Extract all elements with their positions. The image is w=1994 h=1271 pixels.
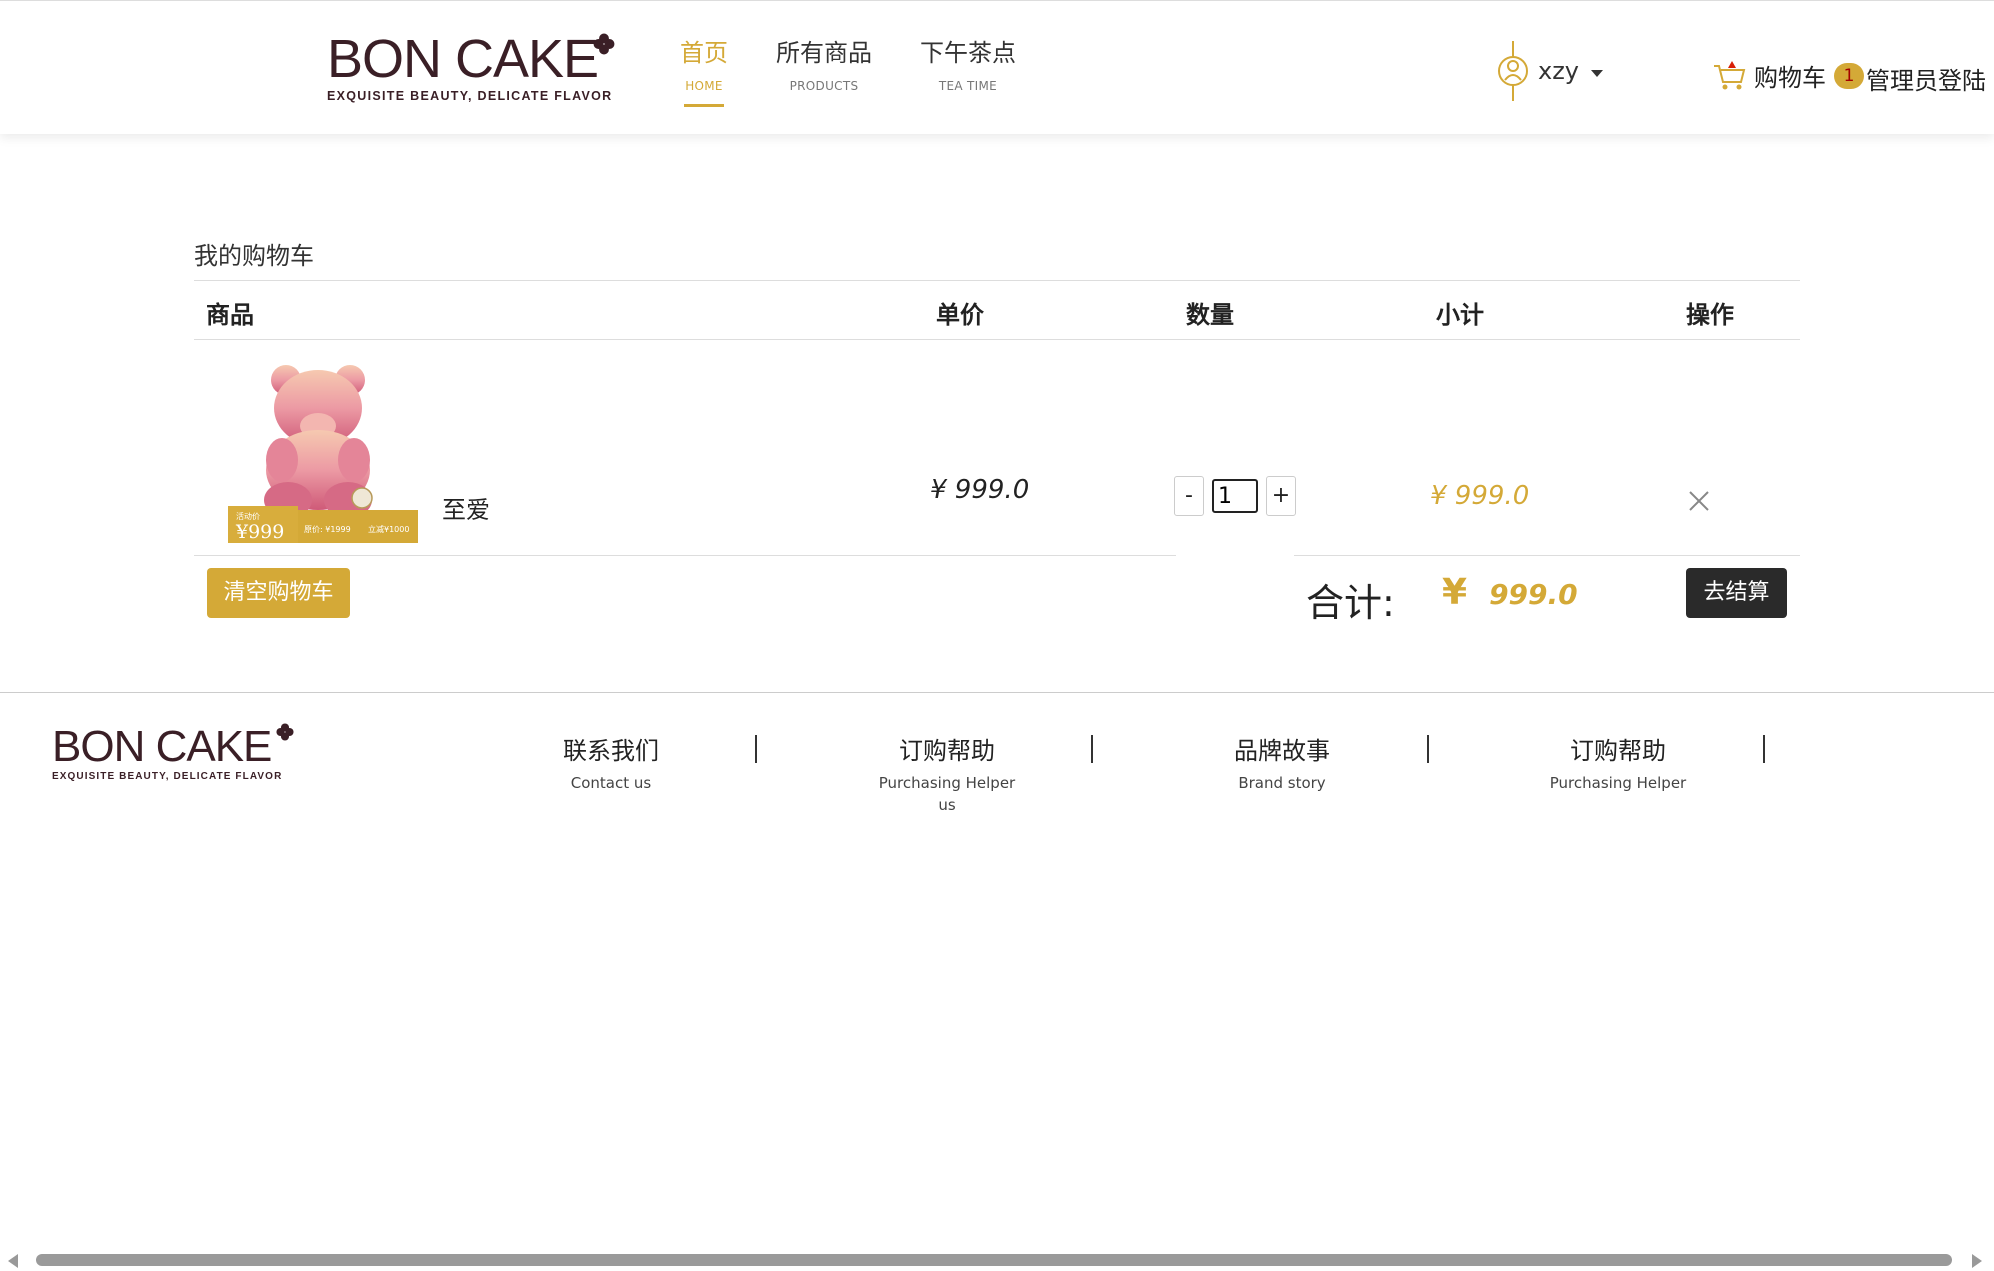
product-name[interactable]: 至爱 <box>442 490 490 525</box>
nav-item-sublabel: TEA TIME <box>938 79 998 93</box>
scrollbar-thumb[interactable] <box>36 1254 1952 1266</box>
footer-link-label: 品牌故事 <box>1234 737 1330 765</box>
divider <box>1294 555 1800 556</box>
footer-link-purchasing-help[interactable]: 订购帮助 Purchasing Helper us <box>867 731 1027 816</box>
table-header: 商品 单价 数量 小计 操作 <box>194 280 1800 340</box>
quantity-stepper: - + <box>1174 476 1296 516</box>
brand-tagline: EXQUISITE BEAUTY, DELICATE FLAVOR <box>52 771 283 782</box>
increase-quantity-button[interactable]: + <box>1266 476 1296 516</box>
table-row: 活动价 ¥999 原价: ¥1999 立减¥1000 至爱 ¥ 999.0 - … <box>194 340 1800 556</box>
site-header: BON CAKE EXQUISITE BEAUTY, DELICATE FLAV… <box>0 0 1994 134</box>
nav-item-home[interactable]: 首页 HOME <box>680 35 728 93</box>
user-menu[interactable]: xzy <box>1496 41 1604 101</box>
footer-link-label: 联系我们 <box>563 737 659 765</box>
total-currency: ¥ <box>1442 572 1468 613</box>
nav-item-sublabel: PRODUCTS <box>789 79 859 93</box>
cart-count-badge: 1 <box>1834 62 1864 89</box>
total-amount: ¥ 999.0 <box>1442 572 1578 613</box>
column-header-action: 操作 <box>1686 301 1734 329</box>
nav-item-sublabel: HOME <box>685 79 723 93</box>
footer-link-sublabel: Purchasing Helper us <box>878 774 1016 814</box>
product-image[interactable]: 活动价 ¥999 原价: ¥1999 立减¥1000 <box>228 358 418 543</box>
column-header-quantity: 数量 <box>1186 301 1234 329</box>
footer-logo[interactable]: BON CAKE EXQUISITE BEAUTY, DELICATE FLAV… <box>52 723 352 803</box>
total-value: 999.0 <box>1489 578 1578 611</box>
user-name: xzy <box>1538 57 1580 85</box>
brand-tagline: EXQUISITE BEAUTY, DELICATE FLAVOR <box>327 89 613 103</box>
price-tag-original: 原价: ¥1999 <box>304 525 351 534</box>
price-tag-save: 立减¥1000 <box>368 524 409 534</box>
nav-item-label: 首页 <box>680 39 728 67</box>
footer-link-label: 订购帮助 <box>899 737 995 765</box>
close-icon[interactable] <box>1686 488 1712 514</box>
main-nav: 首页 HOME 所有商品 PRODUCTS 下午茶点 TEA TIME <box>680 35 1064 93</box>
divider <box>194 555 1176 556</box>
footer-link-brand-story[interactable]: 品牌故事 Brand story <box>1202 731 1362 794</box>
checkout-button[interactable]: 去结算 <box>1686 568 1787 618</box>
footer-link-label: 订购帮助 <box>1570 737 1666 765</box>
page-title: 我的购物车 <box>194 242 314 270</box>
nav-item-label: 下午茶点 <box>920 39 1016 67</box>
footer-separator <box>755 735 757 763</box>
admin-login-link[interactable]: 管理员登陆 <box>1866 61 1986 96</box>
unit-price: ¥ 999.0 <box>930 475 1030 505</box>
site-footer: BON CAKE EXQUISITE BEAUTY, DELICATE FLAV… <box>0 692 1994 1252</box>
clear-cart-button[interactable]: 清空购物车 <box>207 568 350 618</box>
brand-name: BON CAKE <box>52 722 272 771</box>
column-header-unit-price: 单价 <box>936 301 984 329</box>
column-header-product: 商品 <box>206 301 254 329</box>
footer-separator <box>1427 735 1429 763</box>
total-label: 合计: <box>1306 581 1395 625</box>
footer-separator <box>1091 735 1093 763</box>
footer-link-sublabel: Purchasing Helper <box>1549 774 1687 792</box>
quantity-input[interactable] <box>1212 479 1258 513</box>
item-subtotal: ¥ 999.0 <box>1430 481 1530 511</box>
scroll-left-icon[interactable] <box>8 1254 18 1268</box>
column-header-subtotal: 小计 <box>1436 301 1484 329</box>
cart-table: 商品 单价 数量 小计 操作 活动价 ¥999 原价: ¥1999 立减¥100… <box>194 280 1800 556</box>
price-tag-label: 活动价 <box>236 511 260 521</box>
nav-item-label: 所有商品 <box>776 39 872 67</box>
chevron-down-icon <box>1591 69 1604 77</box>
footer-link-purchasing-help-2[interactable]: 订购帮助 Purchasing Helper <box>1538 731 1698 794</box>
footer-link-contact[interactable]: 联系我们 Contact us <box>531 731 691 794</box>
brand-name: BON CAKE <box>327 29 599 89</box>
horizontal-scrollbar[interactable] <box>0 1250 1994 1271</box>
scroll-right-icon[interactable] <box>1972 1254 1982 1268</box>
cart-link-label[interactable]: 购物车 <box>1754 58 1826 93</box>
nav-item-products[interactable]: 所有商品 PRODUCTS <box>776 35 872 93</box>
footer-link-sublabel: Brand story <box>1238 774 1326 792</box>
price-tag-price: ¥999 <box>235 521 284 543</box>
clover-icon <box>593 33 615 55</box>
nav-item-tea-time[interactable]: 下午茶点 TEA TIME <box>920 35 1016 93</box>
brand-logo[interactable]: BON CAKE EXQUISITE BEAUTY, DELICATE FLAV… <box>327 29 627 109</box>
cart-icon[interactable] <box>1712 60 1748 92</box>
clover-icon <box>276 723 294 741</box>
footer-separator <box>1763 735 1765 763</box>
footer-link-sublabel: Contact us <box>570 774 652 792</box>
header-cart: 购物车 1 管理员登陆 <box>1712 55 1986 96</box>
user-icon <box>1498 41 1528 101</box>
decrease-quantity-button[interactable]: - <box>1174 476 1204 516</box>
